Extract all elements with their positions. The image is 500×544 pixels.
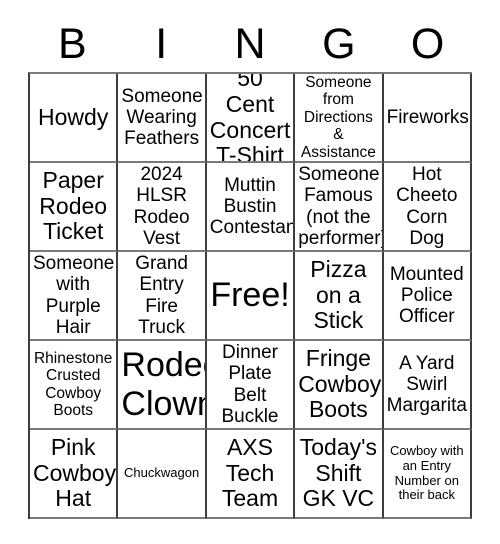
bingo-cell-o3[interactable]: Mounted Police Officer: [383, 252, 472, 341]
header-letter-g: G: [322, 19, 356, 68]
bingo-cell-b3[interactable]: Someone with Purple Hair: [30, 252, 119, 341]
bingo-cell-g5[interactable]: Today's Shift GK VC: [295, 430, 384, 519]
bingo-cell-b5[interactable]: Pink Cowboy Hat: [30, 430, 119, 519]
bingo-cell-label: Mounted Police Officer: [389, 263, 464, 328]
bingo-cell-label: Dinner Plate Belt Buckle: [221, 341, 279, 427]
header-letter-o: O: [410, 19, 445, 68]
bingo-cell-n1[interactable]: 50 Cent Concert T-Shirt: [206, 74, 296, 163]
header-letter-i: I: [155, 19, 168, 68]
bingo-cell-o2[interactable]: Hot Cheeto Corn Dog: [383, 163, 472, 252]
bingo-cell-label: Howdy: [38, 103, 109, 130]
bingo-cell-free-space[interactable]: Free!: [206, 252, 296, 341]
bingo-cell-label: Someone Famous (not the performer): [298, 163, 384, 249]
bingo-cell-n5[interactable]: AXS Tech Team: [206, 430, 296, 519]
bingo-cell-i3[interactable]: Grand Entry Fire Truck: [118, 252, 207, 341]
bingo-cell-label: Cowboy with an Entry Number on their bac…: [389, 443, 464, 503]
bingo-cell-b1[interactable]: Howdy: [30, 74, 119, 163]
bingo-cell-g3[interactable]: Pizza on a Stick: [295, 252, 384, 341]
bingo-cell-g1[interactable]: Someone from Directions & Assistance: [295, 74, 384, 163]
bingo-cell-label: Pizza on a Stick: [310, 255, 367, 334]
bingo-cell-label: Rodeo Clown: [121, 346, 207, 423]
bingo-cell-i4[interactable]: Rodeo Clown: [118, 341, 207, 430]
bingo-cell-b4[interactable]: Rhinestone Crusted Cowboy Boots: [30, 341, 119, 430]
bingo-cell-label: Someone from Directions & Assistance: [300, 74, 376, 161]
bingo-cell-label: Fringe Cowboy Boots: [298, 344, 382, 423]
bingo-cell-label: 50 Cent Concert T-Shirt: [209, 74, 291, 163]
bingo-card: B I N G O Howdy Someone Wearing Feathers…: [0, 0, 500, 544]
bingo-cell-b2[interactable]: Paper Rodeo Ticket: [30, 163, 119, 252]
bingo-cell-n4[interactable]: Dinner Plate Belt Buckle: [206, 341, 296, 430]
bingo-cell-i5[interactable]: Chuckwagon: [118, 430, 207, 519]
bingo-cell-label: Chuckwagon: [124, 465, 200, 481]
bingo-cell-i1[interactable]: Someone Wearing Feathers: [118, 74, 207, 163]
bingo-cell-i2[interactable]: 2024 HLSR Rodeo Vest: [118, 163, 207, 252]
bingo-cell-label: 2024 HLSR Rodeo Vest: [133, 163, 190, 249]
bingo-cell-o1[interactable]: Fireworks: [383, 74, 472, 163]
bingo-cell-label: Free!: [210, 276, 290, 315]
bingo-cell-label: Pink Cowboy Hat: [33, 433, 117, 512]
bingo-cell-n2[interactable]: Muttin Bustin Contestant: [206, 163, 296, 252]
bingo-cell-label: Someone Wearing Feathers: [121, 85, 203, 150]
bingo-grid: Howdy Someone Wearing Feathers 50 Cent C…: [28, 72, 472, 519]
bingo-cell-o5[interactable]: Cowboy with an Entry Number on their bac…: [383, 430, 472, 519]
bingo-header: B I N G O: [28, 16, 472, 72]
header-letter-b: B: [58, 19, 87, 68]
bingo-cell-label: Hot Cheeto Corn Dog: [396, 163, 458, 249]
bingo-cell-label: Grand Entry Fire Truck: [135, 252, 188, 338]
bingo-cell-label: A Yard Swirl Margarita: [386, 352, 467, 417]
bingo-cell-label: Muttin Bustin Contestant: [209, 174, 296, 239]
bingo-cell-label: Paper Rodeo Ticket: [39, 166, 108, 245]
bingo-cell-label: Today's Shift GK VC: [299, 433, 378, 512]
bingo-cell-g2[interactable]: Someone Famous (not the performer): [295, 163, 384, 252]
bingo-cell-label: AXS Tech Team: [221, 433, 279, 512]
header-letter-n: N: [234, 19, 266, 68]
bingo-cell-g4[interactable]: Fringe Cowboy Boots: [295, 341, 384, 430]
bingo-cell-label: Fireworks: [386, 106, 469, 128]
bingo-cell-label: Rhinestone Crusted Cowboy Boots: [33, 349, 113, 419]
bingo-cell-label: Someone with Purple Hair: [33, 252, 115, 338]
bingo-cell-o4[interactable]: A Yard Swirl Margarita: [383, 341, 472, 430]
